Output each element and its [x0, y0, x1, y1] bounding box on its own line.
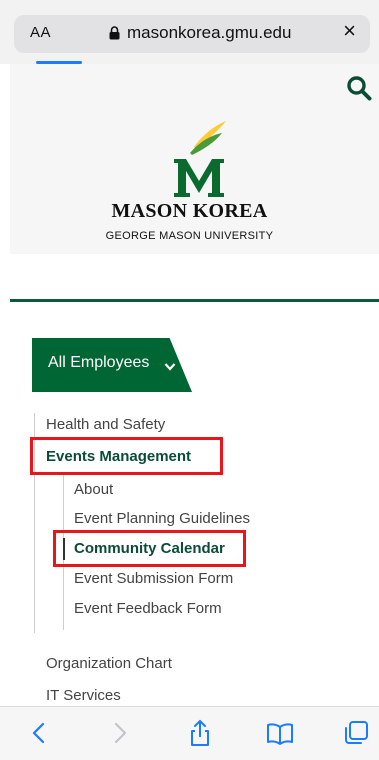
- subnav-item-event-planning-guidelines[interactable]: Event Planning Guidelines: [74, 510, 250, 527]
- highlight-box-community-calendar: [53, 530, 246, 567]
- dropdown-label: All Employees: [48, 354, 150, 371]
- url-field[interactable]: AA masonkorea.gmu.edu ×: [14, 15, 370, 64]
- browser-address-bar: AA masonkorea.gmu.edu ×: [0, 0, 379, 64]
- site-header: [10, 64, 379, 254]
- nav-item-organization-chart[interactable]: Organization Chart: [46, 655, 172, 672]
- search-icon[interactable]: [345, 74, 373, 102]
- subnav-item-about[interactable]: About: [74, 481, 113, 498]
- forward-icon[interactable]: [105, 719, 133, 747]
- browser-toolbar: [0, 706, 379, 760]
- subnav-item-event-feedback-form[interactable]: Event Feedback Form: [74, 600, 222, 617]
- section-divider: [10, 299, 379, 302]
- brand-title: MASON KOREA: [111, 200, 268, 222]
- brand-subtitle: GEORGE MASON UNIVERSITY: [105, 230, 274, 242]
- chevron-down-icon: [164, 363, 176, 371]
- url-text[interactable]: masonkorea.gmu.edu: [127, 23, 291, 43]
- bookmarks-icon[interactable]: [266, 719, 294, 747]
- share-icon[interactable]: [186, 719, 214, 747]
- subnav-item-event-submission-form[interactable]: Event Submission Form: [74, 570, 233, 587]
- reader-text-size-button[interactable]: AA: [30, 24, 51, 41]
- tabs-icon[interactable]: [342, 719, 370, 747]
- all-employees-dropdown[interactable]: All Employees: [32, 338, 192, 392]
- nav-item-it-services[interactable]: IT Services: [46, 687, 121, 704]
- highlight-box-events-management: [30, 437, 223, 475]
- mason-logo-icon[interactable]: [170, 119, 228, 199]
- nav-item-health-and-safety[interactable]: Health and Safety: [46, 416, 165, 433]
- back-icon[interactable]: [26, 719, 54, 747]
- close-icon[interactable]: ×: [343, 20, 356, 42]
- lock-icon: [109, 26, 120, 40]
